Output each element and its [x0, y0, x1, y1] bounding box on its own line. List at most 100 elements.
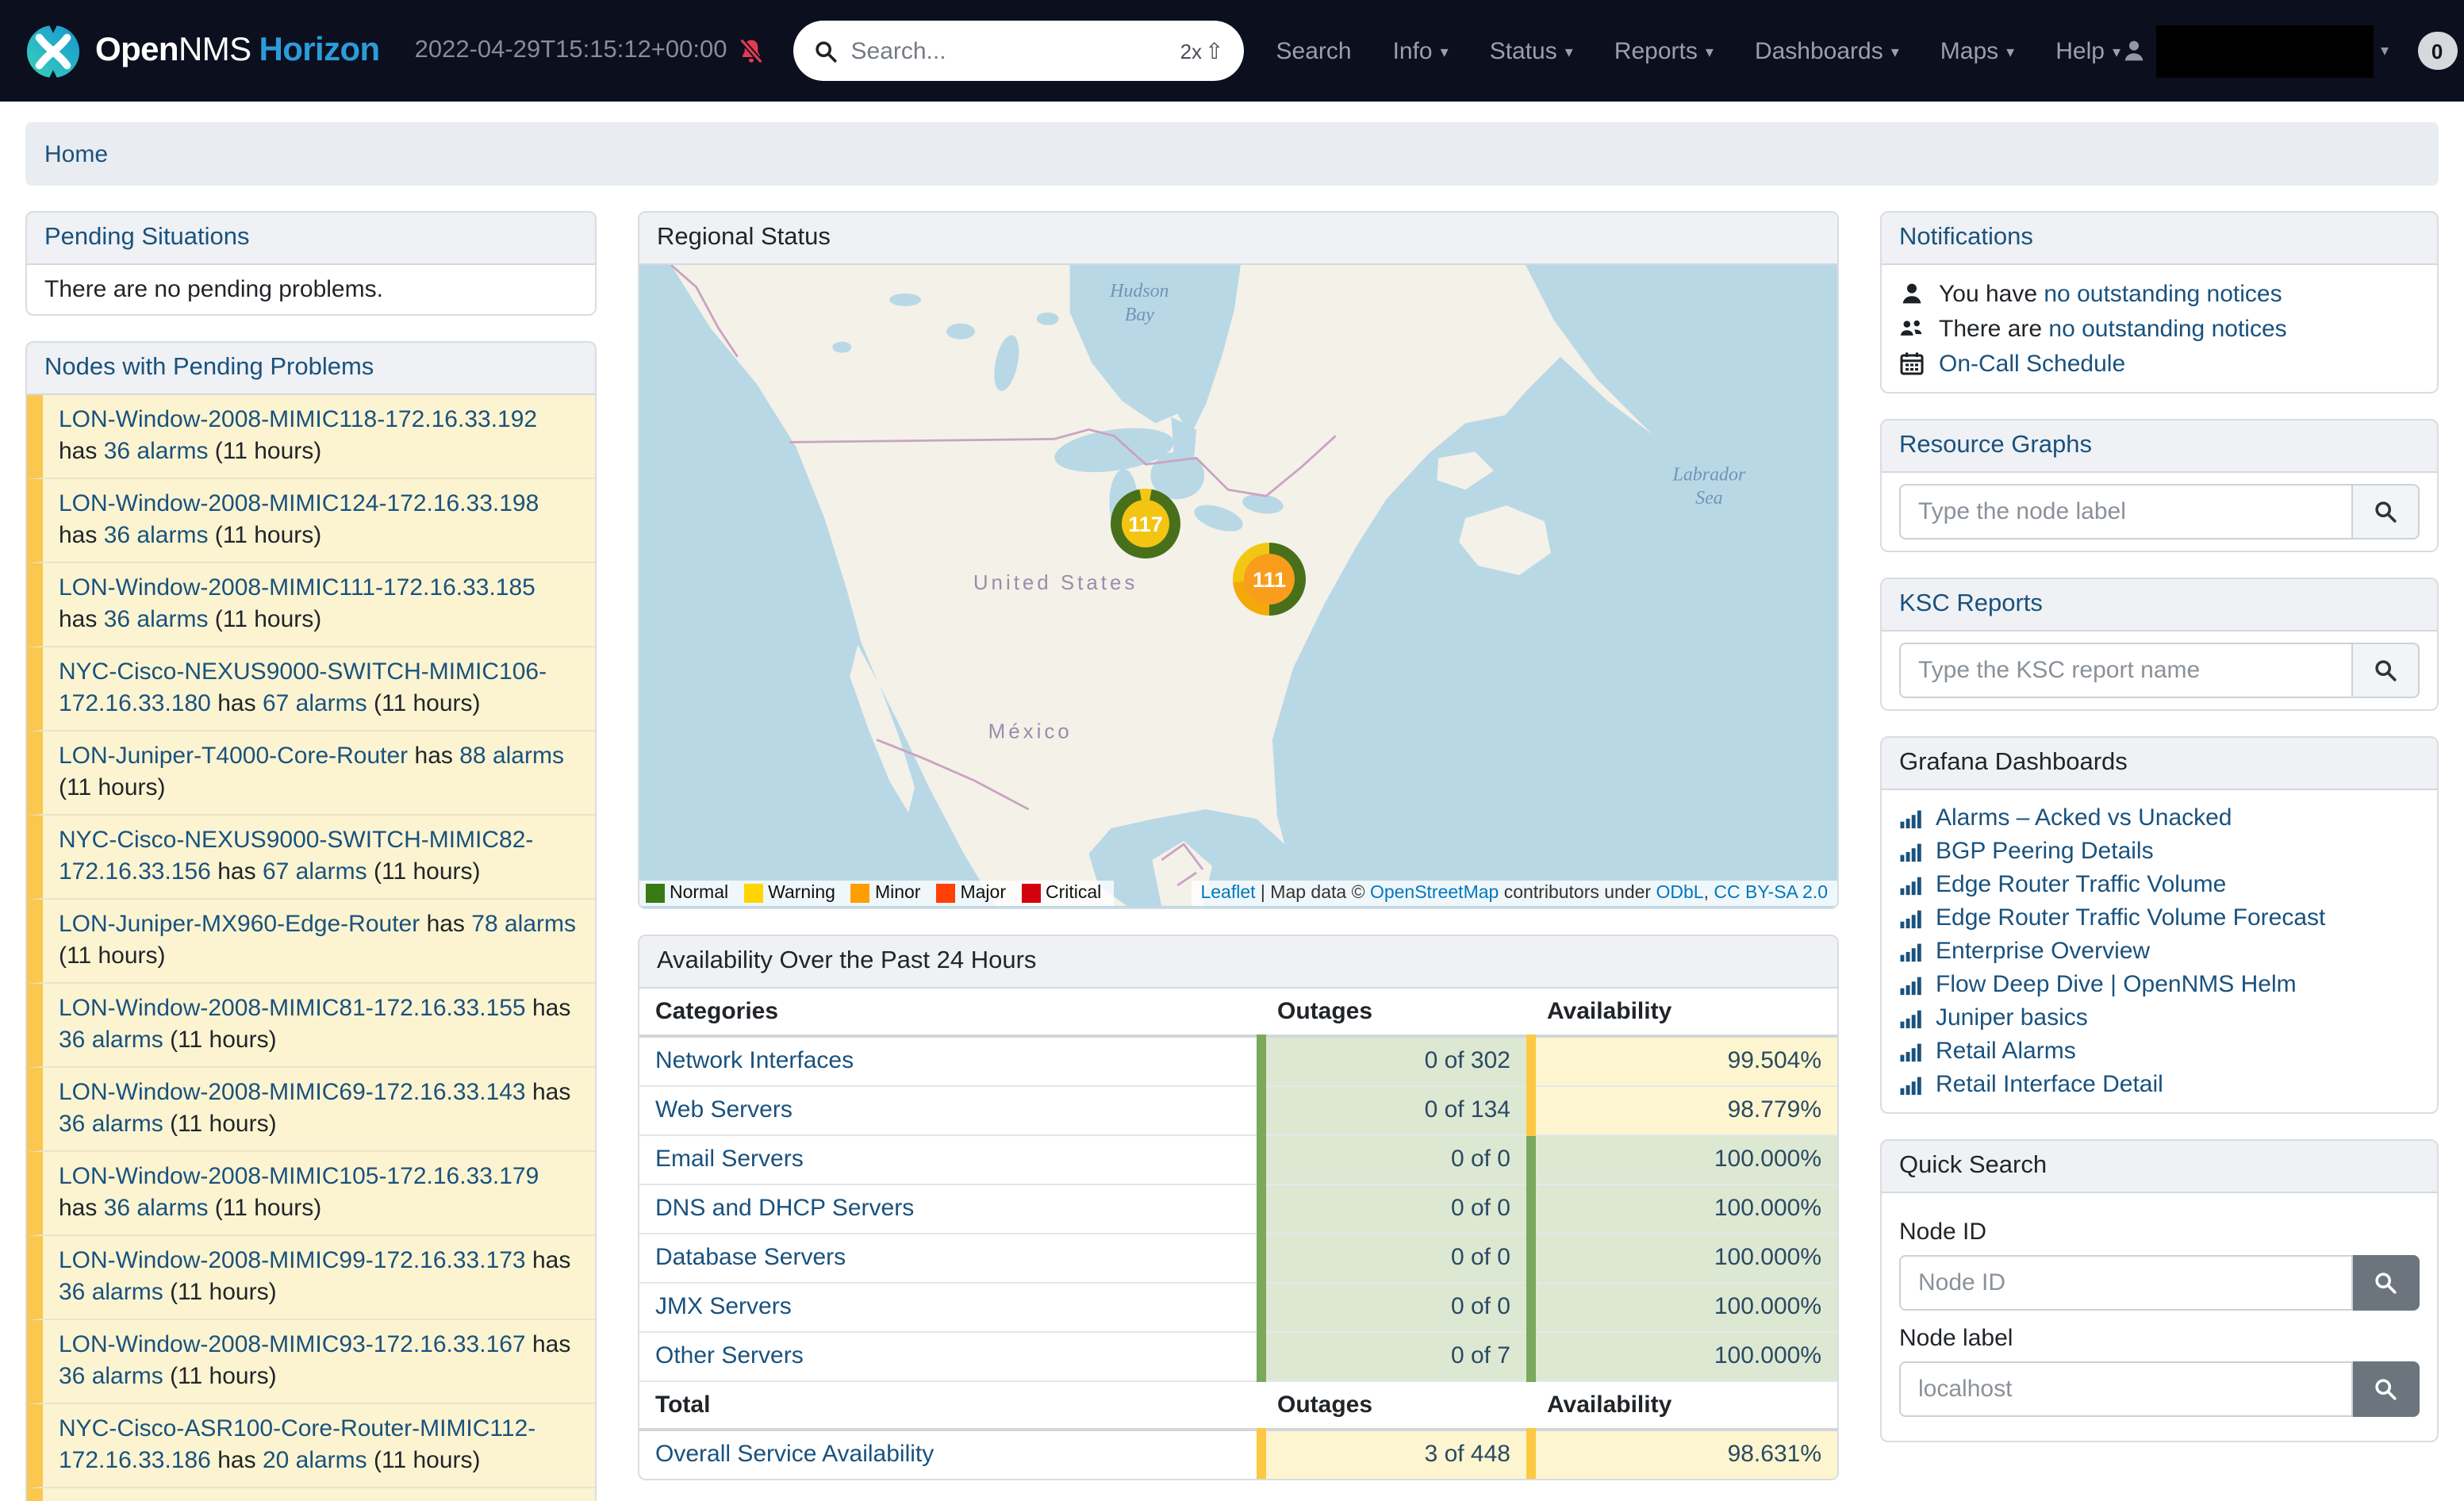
- availability-title: Availability Over the Past 24 Hours: [639, 936, 1837, 989]
- map-label-united-states: United States: [973, 572, 1138, 594]
- node-link[interactable]: LON-Juniper-MX960-Edge-Router: [59, 911, 420, 938]
- cc-link[interactable]: CC BY-SA 2.0: [1714, 884, 1828, 903]
- category-link[interactable]: Email Servers: [655, 1146, 804, 1173]
- alarm-count-link[interactable]: 36 alarms: [59, 1111, 163, 1138]
- node-link[interactable]: LON-Window-2008-MIMIC124-172.16.33.198: [59, 490, 539, 517]
- has-word: has: [532, 1331, 570, 1358]
- regional-status-map[interactable]: Hudson Bay Labrador Sea United States Mé…: [639, 265, 1837, 908]
- grafana-dashboard-link[interactable]: Alarms – Acked vs Unacked: [1936, 804, 2232, 831]
- node-link[interactable]: LON-Window-2008-MIMIC93-172.16.33.167: [59, 1331, 526, 1358]
- category-link[interactable]: Database Servers: [655, 1244, 846, 1271]
- grafana-dashboard-link[interactable]: BGP Peering Details: [1936, 838, 2154, 865]
- map-cluster-count: 117: [1122, 500, 1169, 547]
- resource-graphs-input[interactable]: [1899, 484, 2353, 539]
- pending-nodes-list: LON-Window-2008-MIMIC118-172.16.33.192 h…: [27, 395, 595, 1501]
- search-icon: [815, 39, 839, 63]
- alarm-count-link[interactable]: 36 alarms: [59, 1027, 163, 1054]
- left-column: Pending Situations There are no pending …: [25, 211, 597, 1501]
- grafana-dashboard-link[interactable]: Flow Deep Dive | OpenNMS Helm: [1936, 971, 2297, 998]
- node-link[interactable]: LON-Window-2008-MIMIC111-172.16.33.185: [59, 574, 535, 601]
- alarm-count-link[interactable]: 78 alarms: [471, 911, 576, 938]
- breadcrumb-home-link[interactable]: Home: [44, 140, 108, 167]
- nav-menu-item[interactable]: Search: [1276, 37, 1352, 64]
- all-notices-link[interactable]: no outstanding notices: [2048, 315, 2286, 342]
- map-cluster-count: 111: [1244, 554, 1295, 605]
- alarm-duration: (11 hours): [215, 438, 322, 465]
- category-link[interactable]: Web Servers: [655, 1096, 793, 1123]
- grafana-dashboard-link[interactable]: Edge Router Traffic Volume: [1936, 871, 2226, 898]
- has-word: has: [532, 1079, 570, 1106]
- grafana-dashboard-link[interactable]: Edge Router Traffic Volume Forecast: [1936, 904, 2325, 931]
- alarm-count-link[interactable]: 36 alarms: [59, 1279, 163, 1306]
- oncall-schedule-link[interactable]: On-Call Schedule: [1939, 350, 2125, 377]
- user-menu-caret-icon[interactable]: ▾: [2381, 42, 2389, 60]
- ksc-reports-input[interactable]: [1899, 643, 2353, 698]
- alarm-count-link[interactable]: 36 alarms: [104, 522, 209, 549]
- node-link[interactable]: LON-Window-2008-MIMIC105-172.16.33.179: [59, 1163, 539, 1190]
- overall-availability-link[interactable]: Overall Service Availability: [655, 1441, 934, 1468]
- has-word: has: [59, 522, 97, 549]
- alarm-duration: (11 hours): [170, 1111, 277, 1138]
- category-link[interactable]: DNS and DHCP Servers: [655, 1195, 914, 1222]
- pending-node-row: LON-Window-2008-MIMIC99-172.16.33.173 ha…: [27, 1236, 595, 1320]
- node-id-search-button[interactable]: [2353, 1255, 2420, 1311]
- nav-menu-item[interactable]: Reports: [1614, 37, 1714, 64]
- legend-swatch: [646, 884, 665, 903]
- opennms-logo[interactable]: OpenNMSHorizon: [25, 23, 380, 79]
- server-timestamp: 2022-04-29T15:15:12+00:00: [415, 36, 727, 65]
- opennms-logo-icon: [25, 23, 81, 79]
- map-label-labrador-2: Sea: [1695, 488, 1723, 509]
- node-id-input[interactable]: [1899, 1255, 2353, 1311]
- bar-chart-icon: [1899, 973, 1923, 996]
- node-link[interactable]: LON-Window-2008-MIMIC118-172.16.33.192: [59, 406, 537, 433]
- category-link[interactable]: JMX Servers: [655, 1293, 792, 1320]
- grafana-dashboard-link[interactable]: Retail Interface Detail: [1936, 1071, 2163, 1098]
- nav-menu-item[interactable]: Help: [2055, 37, 2120, 64]
- osm-link[interactable]: OpenStreetMap: [1370, 884, 1499, 903]
- nav-menu-item[interactable]: Maps: [1940, 37, 2014, 64]
- node-link[interactable]: LON-Juniper-T4000-Core-Router: [59, 743, 408, 770]
- alarm-count-link[interactable]: 36 alarms: [59, 1363, 163, 1390]
- notifications-muted-icon[interactable]: [739, 37, 766, 64]
- node-label-search-button[interactable]: [2353, 1361, 2420, 1417]
- map-cluster-marker[interactable]: 117: [1111, 489, 1180, 559]
- category-link[interactable]: Other Servers: [655, 1342, 804, 1369]
- map-cluster-marker[interactable]: 111: [1233, 543, 1306, 616]
- legend-label: Warning: [768, 884, 835, 903]
- grafana-dashboard-list: Alarms – Acked vs Unacked: [1899, 801, 2420, 1101]
- breadcrumb: Home: [25, 122, 2439, 186]
- resource-graphs-search-button[interactable]: [2353, 484, 2420, 539]
- grafana-dashboard-link[interactable]: Enterprise Overview: [1936, 938, 2150, 965]
- alarm-count-link[interactable]: 67 alarms: [263, 858, 367, 885]
- nav-menu-item[interactable]: Status: [1490, 37, 1573, 64]
- nav-menu-item[interactable]: Dashboards: [1755, 37, 1899, 64]
- notices-badge[interactable]: 0: [2417, 32, 2457, 70]
- grafana-dashboards-panel: Grafana Dashboards: [1880, 736, 2439, 1114]
- node-link[interactable]: LON-Window-2008-MIMIC69-172.16.33.143: [59, 1079, 526, 1106]
- grafana-dashboard-link[interactable]: Juniper basics: [1936, 1004, 2088, 1031]
- user-notices-link[interactable]: no outstanding notices: [2044, 280, 2282, 307]
- leaflet-link[interactable]: Leaflet: [1200, 884, 1255, 903]
- alarm-count-link[interactable]: 20 alarms: [263, 1447, 367, 1474]
- alarm-count-link[interactable]: 88 alarms: [459, 743, 564, 770]
- alarm-count-link[interactable]: 36 alarms: [104, 438, 209, 465]
- alarm-count-link[interactable]: 67 alarms: [263, 690, 367, 717]
- odbl-link[interactable]: ODbL: [1656, 884, 1704, 903]
- alarm-count-link[interactable]: 36 alarms: [104, 1195, 209, 1222]
- global-search-input[interactable]: [851, 37, 1168, 64]
- node-link[interactable]: LON-Window-2008-MIMIC99-172.16.33.173: [59, 1247, 526, 1274]
- nav-menu-item[interactable]: Info: [1393, 37, 1449, 64]
- notifications-title: Notifications: [1882, 213, 2437, 265]
- node-link[interactable]: LON-Window-2008-MIMIC81-172.16.33.155: [59, 995, 526, 1022]
- username-redacted[interactable]: [2155, 25, 2373, 77]
- category-link[interactable]: Network Interfaces: [655, 1047, 854, 1074]
- grafana-dashboard-link[interactable]: Retail Alarms: [1936, 1038, 2076, 1065]
- ksc-reports-search-button[interactable]: [2353, 643, 2420, 698]
- alarm-count-link[interactable]: 36 alarms: [104, 606, 209, 633]
- node-label-input[interactable]: [1899, 1361, 2353, 1417]
- col-availability: Availability: [1531, 989, 1837, 1036]
- legend-label: Minor: [875, 884, 921, 903]
- availability-row: Network Interfaces 0 of 302 99.504%: [639, 1036, 1837, 1086]
- availability-cell: 100.000%: [1531, 1184, 1837, 1234]
- oncall-row: On-Call Schedule: [1899, 346, 2420, 381]
